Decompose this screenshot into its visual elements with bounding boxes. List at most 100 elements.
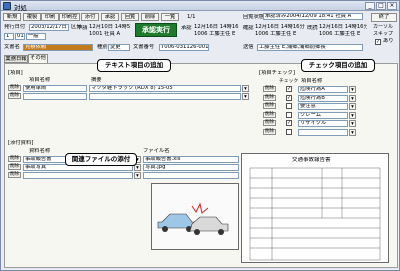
check-box[interactable]: ✓ bbox=[286, 86, 292, 92]
attach-file-cell[interactable] bbox=[143, 172, 239, 179]
read-date: 12月16日 14時16分 bbox=[319, 24, 367, 30]
check-dropdown-button[interactable]: ▾ bbox=[349, 120, 356, 127]
check-delete-button[interactable]: 削除 bbox=[263, 120, 276, 126]
callout-check-item: チェック項目の追加 bbox=[301, 59, 375, 72]
close-window-button[interactable]: × bbox=[387, 2, 397, 10]
check-dropdown-button[interactable]: ▾ bbox=[349, 103, 356, 110]
attach-dropdown-button[interactable]: ▾ bbox=[134, 172, 141, 179]
exit-button[interactable]: 終了 bbox=[371, 13, 397, 22]
attach-file-cell[interactable]: 事故報告書.xls bbox=[143, 156, 239, 163]
toolbar-button-0[interactable]: 新規 bbox=[3, 13, 21, 21]
cursor-label: カーソル bbox=[373, 24, 394, 30]
check-name-cell[interactable]: リサイクル bbox=[298, 120, 348, 127]
read-user: 1006 工藤主任 E bbox=[319, 31, 361, 37]
sub-field[interactable]: 1 bbox=[4, 33, 14, 40]
check-col-check: チェック bbox=[279, 79, 299, 84]
check-name-cell[interactable]: 危険行為A bbox=[298, 86, 348, 93]
items-delete-button[interactable]: 削除 bbox=[8, 85, 21, 91]
check-name-cell[interactable] bbox=[298, 128, 348, 136]
toolbar-button-6[interactable]: 回覧 bbox=[121, 13, 139, 21]
skip-toggle[interactable]: ✓ bbox=[375, 39, 381, 45]
car-accident-image bbox=[152, 184, 238, 249]
check-delete-button[interactable]: 削除 bbox=[263, 128, 276, 135]
read-label: 既読 bbox=[307, 25, 318, 31]
type-label: 種別 bbox=[97, 44, 108, 50]
items-col-desc: 摘要 bbox=[91, 77, 102, 83]
approve-execute-button[interactable]: 承認実行 bbox=[135, 23, 177, 37]
attach-col-file: ファイル名 bbox=[143, 148, 170, 154]
check-dropdown-button[interactable]: ▾ bbox=[349, 86, 356, 93]
items-desc-cell[interactable] bbox=[89, 93, 241, 100]
page-indicator: 1/1 bbox=[187, 14, 196, 20]
check-name-cell[interactable]: 危険行為B bbox=[298, 94, 348, 102]
category-field[interactable]: 一般 bbox=[26, 33, 46, 40]
maximize-button[interactable]: □ bbox=[376, 2, 386, 10]
dest-field[interactable]: 工藤主任 E,浦郷,浦郷前郷長 bbox=[257, 44, 363, 51]
doc-no-field: T006-031126-001 bbox=[159, 44, 209, 51]
check-dropdown-button[interactable]: ▾ bbox=[349, 111, 356, 119]
toolbar-button-4[interactable]: 添付 bbox=[81, 13, 99, 21]
check-date: 12月16日 14時16分 bbox=[255, 24, 305, 30]
toolbar-button-5[interactable]: 承認 bbox=[101, 13, 119, 21]
items-section-title: [項目] bbox=[8, 70, 23, 76]
check-label: 確認 bbox=[243, 25, 254, 31]
doc-name-label: 文書名 bbox=[4, 44, 20, 50]
check-delete-button[interactable]: 削除 bbox=[263, 111, 276, 118]
toolbar-button-8[interactable]: 一覧 bbox=[161, 13, 179, 21]
items-desc-cell[interactable]: マツダ軽トラック (RDX 8) 15-05 bbox=[89, 85, 241, 92]
minimize-button[interactable]: _ bbox=[365, 2, 375, 10]
apply-date: 12月10日 14時51分 bbox=[89, 24, 131, 30]
approve-user: 1006 工藤主任 E bbox=[194, 31, 236, 37]
items-col-name: 項目名称 bbox=[29, 77, 51, 83]
status-field: 承認済み2004/12/09 18:41 社員 A bbox=[263, 13, 363, 20]
attach-section-title: [添付資料] bbox=[8, 140, 34, 146]
items-name-cell[interactable] bbox=[23, 93, 87, 100]
check-delete-button[interactable]: 削除 bbox=[263, 103, 276, 109]
attach-name-cell[interactable] bbox=[23, 172, 133, 179]
check-box[interactable] bbox=[286, 111, 292, 118]
attach-col-name: 資料名称 bbox=[29, 148, 51, 154]
app-icon bbox=[3, 2, 11, 10]
check-box[interactable]: ✓ bbox=[286, 94, 292, 101]
check-section-title: [項目チェック] bbox=[259, 70, 295, 76]
form-grid bbox=[249, 167, 381, 261]
items-delete-button[interactable]: 削除 bbox=[8, 93, 21, 99]
check-delete-button[interactable]: 削除 bbox=[263, 86, 276, 92]
type-field[interactable]: 変更 bbox=[108, 44, 130, 51]
check-dropdown-button[interactable]: ▾ bbox=[349, 128, 356, 136]
approve-label: 承認 bbox=[181, 25, 192, 31]
title-bar: 対処 _ □ × bbox=[1, 1, 399, 12]
attach-delete-button[interactable]: 削除 bbox=[8, 156, 21, 162]
tab-other[interactable]: その他 bbox=[28, 54, 48, 63]
check-box[interactable] bbox=[286, 103, 292, 109]
items-name-cell[interactable]: 使用車両 bbox=[23, 85, 87, 92]
skip-value: あり bbox=[383, 38, 394, 44]
form-title: 交通事故報告書 bbox=[292, 157, 331, 163]
check-delete-button[interactable]: 削除 bbox=[263, 94, 276, 101]
photo-preview-window bbox=[151, 183, 239, 250]
check-box[interactable]: ✓ bbox=[286, 120, 292, 126]
callout-attach: 関連ファイルの添付 bbox=[65, 153, 137, 166]
callout-text-item: テキスト項目の追加 bbox=[97, 59, 171, 72]
report-form-preview: 交通事故報告書 bbox=[241, 153, 389, 263]
toolbar-button-3[interactable]: 印刷控 bbox=[59, 13, 80, 21]
attach-file-cell[interactable]: 写真.jpg bbox=[143, 164, 239, 171]
toolbar-button-7[interactable]: 削除 bbox=[141, 13, 159, 21]
check-col-name: 項目名称 bbox=[301, 78, 323, 84]
days-field[interactable]: 01 bbox=[15, 33, 25, 40]
toolbar-button-1[interactable]: 複製 bbox=[23, 13, 41, 21]
attach-delete-button[interactable]: 削除 bbox=[8, 164, 21, 170]
check-dropdown-button[interactable]: ▾ bbox=[349, 94, 356, 102]
check-name-cell[interactable]: クレーム bbox=[298, 111, 348, 119]
tab-daily-report[interactable]: 業務日報 bbox=[4, 55, 28, 63]
toolbar-button-2[interactable]: 印刷 bbox=[41, 13, 59, 21]
check-box[interactable] bbox=[286, 128, 292, 135]
items-dropdown-button[interactable]: ▾ bbox=[242, 85, 249, 92]
apply-label: 申請 bbox=[77, 25, 88, 31]
attach-delete-button[interactable]: 削除 bbox=[8, 172, 21, 178]
check-user: 1006 工藤主任 E bbox=[255, 31, 297, 37]
check-name-cell[interactable]: 要注意 bbox=[298, 103, 348, 110]
doc-name-field[interactable]: 見積依頼 bbox=[23, 44, 93, 51]
date-field[interactable]: 2003/12/17日 bbox=[29, 24, 69, 31]
items-dropdown-button[interactable]: ▾ bbox=[242, 93, 249, 100]
